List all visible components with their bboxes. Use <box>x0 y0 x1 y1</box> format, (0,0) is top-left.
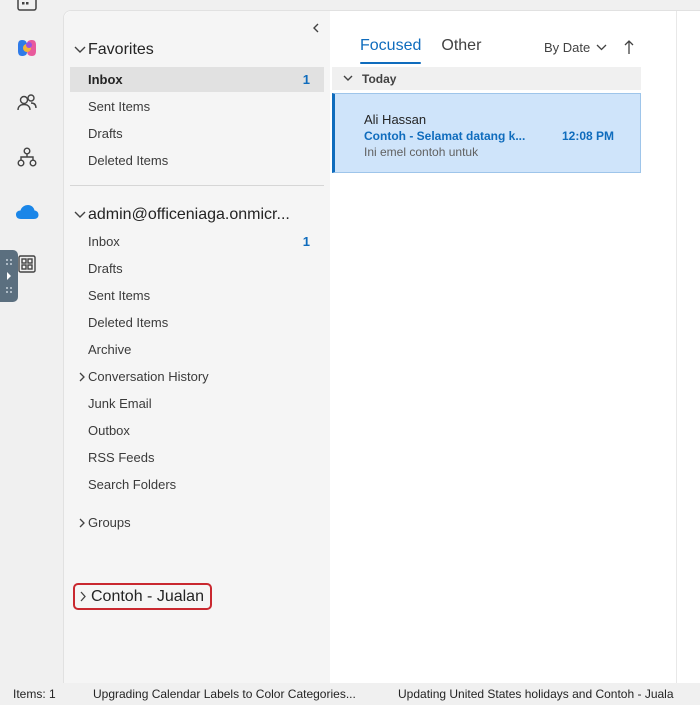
folder-conversation-history[interactable]: Conversation History <box>70 364 324 389</box>
chevron-right-icon[interactable] <box>77 590 89 604</box>
calendar-icon[interactable] <box>12 0 42 18</box>
unread-count: 1 <box>302 234 310 249</box>
message-sender: Ali Hassan <box>364 112 427 127</box>
groups-label: Groups <box>88 515 131 530</box>
tab-other[interactable]: Other <box>441 36 481 64</box>
favorites-label: Favorites <box>88 41 154 58</box>
people-icon[interactable] <box>12 88 42 118</box>
status-reminder-1[interactable]: Upgrading Calendar Labels to Color Categ… <box>93 687 356 701</box>
account-label: admin@officeniaga.onmicr... <box>88 206 290 223</box>
message-list-tabs: Focused Other <box>360 36 501 64</box>
folder-rss-feeds[interactable]: RSS Feeds <box>70 445 324 470</box>
folder-archive[interactable]: Archive <box>70 337 324 362</box>
folder-label: Sent Items <box>88 99 151 114</box>
chevron-down-icon <box>72 207 88 223</box>
side-panel-handle[interactable] <box>0 250 18 302</box>
folder-favorites-sent-items[interactable]: Sent Items <box>70 94 324 119</box>
folder-junk-email[interactable]: Junk Email <box>70 391 324 416</box>
groups-header[interactable]: Groups <box>70 510 324 535</box>
folder-label: Conversation History <box>88 369 209 384</box>
folder-label: Drafts <box>88 126 123 141</box>
folder-label: Inbox <box>88 234 120 249</box>
status-item-count: Items: 1 <box>13 687 56 701</box>
folder-favorites-inbox[interactable]: Inbox 1 <box>70 67 324 92</box>
unread-count: 1 <box>302 72 310 87</box>
reading-pane-divider <box>676 11 677 683</box>
chevron-down-icon <box>72 42 88 58</box>
onedrive-icon[interactable] <box>12 197 42 227</box>
folder-label: RSS Feeds <box>88 450 155 465</box>
favorites-header[interactable]: Favorites <box>72 39 154 61</box>
folder-label: Deleted Items <box>88 153 169 168</box>
folder-label: Drafts <box>88 261 123 276</box>
chevron-right-icon[interactable] <box>76 371 88 383</box>
message-item[interactable]: Ali Hassan Contoh - Selamat datang k... … <box>332 93 641 173</box>
account-header[interactable]: admin@officeniaga.onmicr... <box>72 204 290 226</box>
folder-sent-items[interactable]: Sent Items <box>70 283 324 308</box>
chevron-down-icon <box>342 73 354 85</box>
folder-label: Sent Items <box>88 288 151 303</box>
status-bar: Items: 1 Upgrading Calendar Labels to Co… <box>0 683 700 705</box>
folder-outbox[interactable]: Outbox <box>70 418 324 443</box>
folder-favorites-drafts[interactable]: Drafts <box>70 121 324 146</box>
divider <box>70 185 324 186</box>
sort-direction-icon[interactable] <box>622 38 636 56</box>
folder-label: Outbox <box>88 423 130 438</box>
message-subject: Contoh - Selamat datang k... <box>364 129 526 143</box>
folder-drafts[interactable]: Drafts <box>70 256 324 281</box>
contoh-jualan-group[interactable]: Contoh - Jualan <box>73 583 212 610</box>
folder-favorites-deleted-items[interactable]: Deleted Items <box>70 148 324 173</box>
org-chart-icon[interactable] <box>12 142 42 172</box>
folder-label: Deleted Items <box>88 315 169 330</box>
group-label: Today <box>362 71 397 86</box>
folder-pane: Favorites Inbox 1 Sent Items Drafts Dele… <box>64 11 330 683</box>
copilot-icon[interactable] <box>12 33 42 63</box>
message-time: 12:08 PM <box>561 129 614 143</box>
folder-inbox[interactable]: Inbox 1 <box>70 229 324 254</box>
sort-label: By Date <box>544 40 591 55</box>
collapse-pane-button[interactable] <box>308 20 324 36</box>
chevron-down-icon <box>596 44 607 51</box>
folder-label: Junk Email <box>88 396 152 411</box>
date-group-header[interactable]: Today <box>332 67 641 90</box>
tab-focused[interactable]: Focused <box>360 36 422 64</box>
folder-search-folders[interactable]: Search Folders <box>70 472 324 497</box>
folder-deleted-items[interactable]: Deleted Items <box>70 310 324 335</box>
app-bar <box>0 0 56 683</box>
group-label: Contoh - Jualan <box>91 587 204 605</box>
folder-label: Archive <box>88 342 132 357</box>
folder-label: Search Folders <box>88 477 177 492</box>
folder-label: Inbox <box>88 72 123 87</box>
status-reminder-2[interactable]: Updating United States holidays and Cont… <box>398 687 674 701</box>
sort-dropdown[interactable]: By Date <box>544 40 607 55</box>
chevron-right-icon[interactable] <box>76 517 88 529</box>
message-preview: Ini emel contoh untuk <box>364 145 479 159</box>
